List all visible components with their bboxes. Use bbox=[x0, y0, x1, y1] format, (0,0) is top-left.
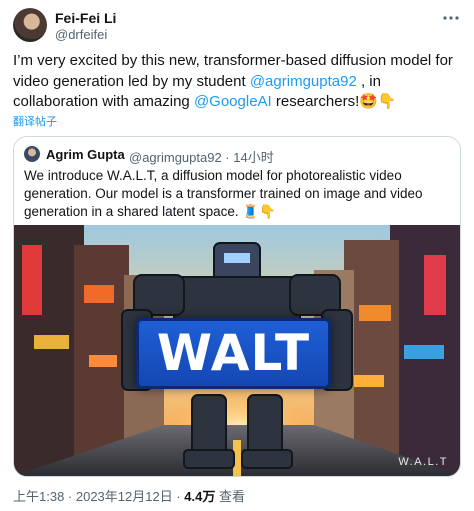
post-timestamp[interactable]: 上午1:38 · 2023年12月12日 · bbox=[13, 489, 184, 504]
author-handle[interactable]: @drfeifei bbox=[55, 27, 107, 42]
quoted-author-name[interactable]: Agrim Gupta bbox=[46, 147, 125, 162]
translate-post-link[interactable]: 翻译帖子 bbox=[13, 113, 57, 129]
walt-sign-text: WALT bbox=[156, 324, 311, 382]
more-horizontal-icon[interactable] bbox=[441, 10, 461, 26]
quoted-tweet-text: We introduce W.A.L.T, a diffusion model … bbox=[24, 168, 423, 219]
quoted-author-avatar[interactable] bbox=[24, 146, 40, 162]
tweet-text: I’m very excited by this new, transforme… bbox=[13, 51, 461, 113]
author-avatar[interactable] bbox=[13, 8, 47, 42]
tweet-text-part: I’m very excited by this new, transforme… bbox=[13, 52, 453, 90]
author-name[interactable]: Fei-Fei Li bbox=[55, 10, 116, 26]
tweet: Fei-Fei Li @drfeifei I’m very excited by… bbox=[0, 0, 474, 511]
views-count: 4.4万 bbox=[184, 489, 216, 504]
quoted-author-meta: @agrimgupta92 · 14小时 bbox=[129, 150, 274, 165]
image-watermark: W.A.L.T bbox=[398, 456, 448, 468]
tweet-text-part: researchers!🤩👇 bbox=[271, 93, 397, 110]
mention-link-googleai[interactable]: @GoogleAI bbox=[194, 93, 272, 110]
quoted-tweet-header: Agrim Gupta @agrimgupta92 · 14小时 bbox=[24, 146, 444, 165]
views-label: 查看 bbox=[215, 489, 245, 504]
tweet-footer: 上午1:38 · 2023年12月12日 · 4.4万 查看 bbox=[13, 486, 245, 505]
tweet-header: Fei-Fei Li @drfeifei bbox=[13, 8, 461, 42]
quoted-tweet-image[interactable]: WALT W.A.L.T bbox=[14, 225, 460, 476]
quoted-tweet-card[interactable]: Agrim Gupta @agrimgupta92 · 14小时 We intr… bbox=[13, 136, 461, 477]
walt-sign: WALT bbox=[136, 318, 331, 389]
mention-link-agrimgupta92[interactable]: @agrimgupta92 bbox=[250, 73, 357, 90]
